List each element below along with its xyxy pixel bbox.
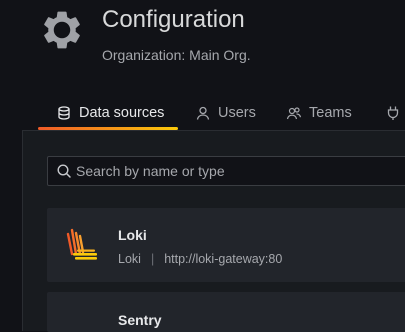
- tab-label: Users: [218, 105, 256, 121]
- tab-plugins[interactable]: [385, 96, 405, 130]
- tab-teams[interactable]: Teams: [286, 96, 352, 130]
- datasource-name: Loki: [118, 227, 147, 243]
- page-title: Configuration: [102, 6, 245, 33]
- datasource-name: Sentry: [118, 312, 162, 328]
- search-icon: [56, 163, 72, 179]
- search-input[interactable]: [76, 163, 376, 179]
- datasource-url: http://loki-gateway:80: [164, 252, 283, 266]
- datasource-card-loki[interactable]: Loki Loki | http://loki-gateway:80: [47, 208, 405, 282]
- datasource-type: Loki: [118, 252, 141, 266]
- tab-users[interactable]: Users: [195, 96, 256, 130]
- datasource-meta: Loki | http://loki-gateway:80: [118, 252, 282, 266]
- page-subtitle: Organization: Main Org.: [102, 47, 251, 63]
- search-box[interactable]: [47, 156, 405, 186]
- tab-data-sources[interactable]: Data sources: [56, 96, 164, 130]
- datasource-card-sentry[interactable]: Sentry: [47, 292, 405, 332]
- loki-logo: [66, 228, 97, 260]
- users-icon: [286, 105, 302, 121]
- tab-label: Teams: [309, 105, 352, 121]
- plug-icon: [385, 105, 401, 121]
- tab-label: Data sources: [79, 105, 165, 121]
- meta-separator: |: [150, 252, 155, 266]
- user-icon: [195, 105, 211, 121]
- gear-icon: [44, 11, 80, 49]
- database-icon: [56, 105, 72, 121]
